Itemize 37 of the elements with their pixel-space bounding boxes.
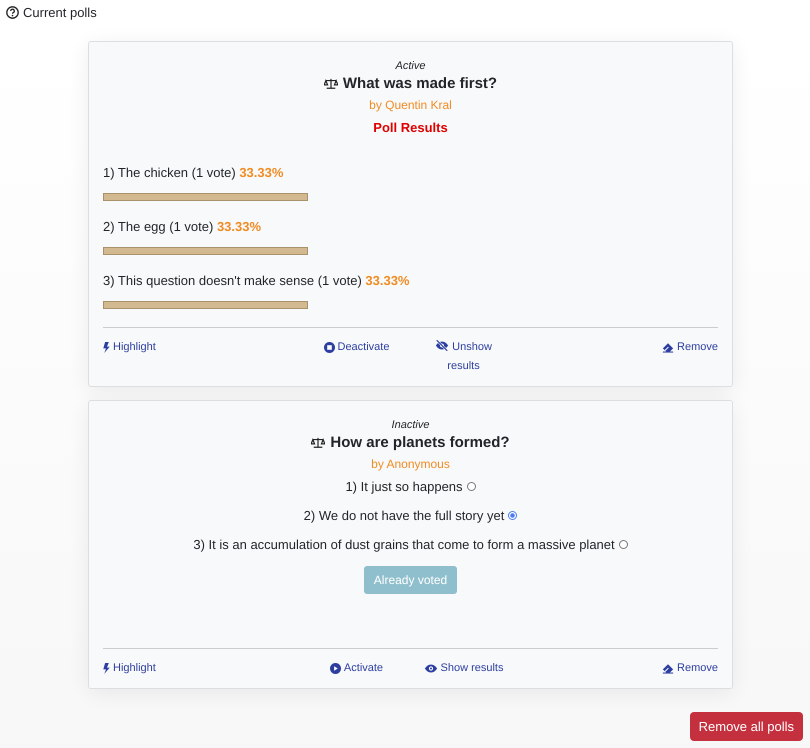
poll-status: Inactive [390,419,430,431]
poll-question: What was made first? [342,75,498,92]
activate-link[interactable]: Activate [330,659,384,678]
poll-status: Active [394,60,426,72]
poll-author: by Quentin Kral [368,98,453,112]
help-icon [6,6,19,19]
lightning-icon [103,342,110,353]
option-result: 1) The chicken (1 vote) 33.33% [103,165,284,180]
eye-slash-icon [435,340,450,351]
eye-icon [424,663,438,674]
unshow-link[interactable]: Unshow results [434,338,492,376]
radio-button[interactable] [466,482,476,491]
radio-button[interactable] [508,511,518,520]
highlight-link[interactable]: Highlight [103,338,156,357]
scale-icon [311,436,326,448]
page-title: Current polls [23,5,97,20]
highlight-link[interactable]: Highlight [103,659,156,678]
eraser-icon [662,342,674,353]
radio-button[interactable] [618,540,628,549]
scale-icon [324,78,338,90]
stop-icon [324,342,334,353]
option-result: 3) This question doesn't make sense (1 vote) 33.33% [103,273,410,288]
remove-link[interactable]: Remove [662,659,718,678]
show-link[interactable]: Show results [424,659,504,678]
remove-link[interactable]: Remove [662,338,718,357]
remove-all-button[interactable]: Remove all polls [690,712,803,741]
option-result: 2) The egg (1 vote) 33.33% [103,219,262,234]
eraser-icon [662,663,674,674]
option-label: 1) It just so happens [345,479,463,494]
poll-question: How are planets formed? [330,434,510,451]
poll-author: by Anonymous [370,457,451,471]
option-label: 3) It is an accumulation of dust grains that come to form a massive planet [193,537,615,552]
results-title: Poll Results [372,120,449,135]
option-label: 2) We do not have the full story yet [304,508,504,523]
play-icon [330,663,341,674]
deactivate-link[interactable]: Deactivate [324,338,390,357]
lightning-icon [103,663,110,674]
